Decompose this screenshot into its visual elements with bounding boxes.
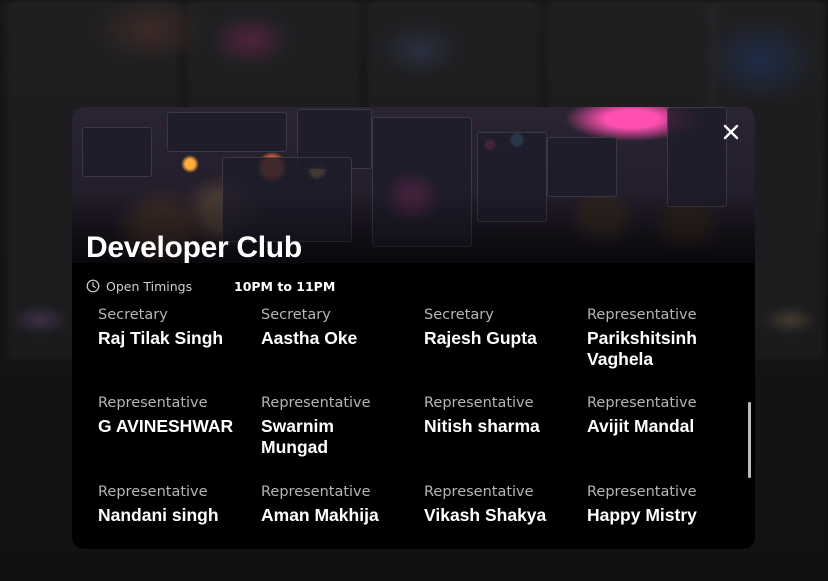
member-name: Aastha Oke [261,328,358,348]
member-card: Secretary Aastha Oke [261,306,421,349]
member-name: Vikash Shakya [424,505,547,525]
member-role: Representative [424,484,534,500]
member-card: Representative Aman Makhija [261,483,421,526]
member-name: Raj Tilak Singh [98,328,224,348]
member-card: Representative Parikshitsinh Vaghela [587,306,717,370]
member-role: Representative [587,307,697,323]
member-card: Representative Nitish sharma [424,394,584,437]
member-name: Nitish sharma [424,416,540,436]
member-card: Secretary Raj Tilak Singh [98,306,258,349]
member-card: Secretary Rajesh Gupta [424,306,584,349]
member-name: G AVINESHWAR [98,416,234,436]
member-role: Representative [261,395,371,411]
member-role: Secretary [261,307,331,323]
member-name: Happy Mistry [587,505,697,525]
member-role: Representative [261,484,371,500]
member-name: Nandani singh [98,505,219,525]
member-role: Secretary [424,307,494,323]
member-role: Representative [424,395,534,411]
close-icon [723,124,739,140]
member-role: Representative [587,484,697,500]
club-title: Developer Club [86,231,302,264]
members-list[interactable]: Secretary Raj Tilak Singh Secretary Aast… [98,306,738,540]
clock-icon [86,279,100,293]
timings-value: 10PM to 11PM [234,278,336,294]
member-role: Representative [98,395,208,411]
close-button[interactable] [720,121,742,143]
timings-label: Open Timings [106,278,193,294]
member-name: Avijit Mandal [587,416,695,436]
member-role: Representative [587,395,697,411]
member-name: Parikshitsinh Vaghela [587,328,697,369]
member-card: Representative Avijit Mandal [587,394,738,437]
member-card: Representative Happy Mistry [587,483,738,526]
member-card: Representative Vikash Shakya [424,483,584,526]
club-details-modal: Developer Club Open Timings 10PM to 11PM… [72,107,755,549]
member-name: Rajesh Gupta [424,328,537,348]
member-role: Representative [98,484,208,500]
members-scrollbar[interactable] [748,402,751,478]
member-card: Representative Swarnim Mungad [261,394,381,458]
open-timings: Open Timings 10PM to 11PM [86,278,335,294]
member-name: Swarnim Mungad [261,416,334,457]
member-role: Secretary [98,307,168,323]
member-card: Representative G AVINESHWAR [98,394,258,437]
member-card: Representative Nandani singh [98,483,258,526]
member-name: Aman Makhija [261,505,379,525]
